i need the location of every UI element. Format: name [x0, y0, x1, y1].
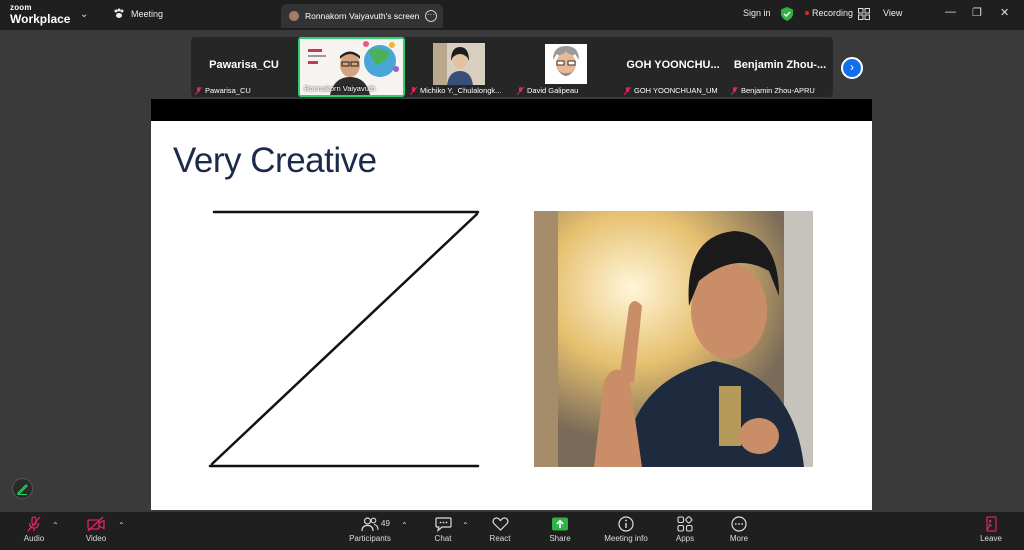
shield-icon[interactable] [781, 7, 793, 21]
participants-button[interactable]: Participants [340, 516, 400, 543]
paw-icon [114, 8, 124, 18]
participant-label-text: GOH YOONCHUAN_UM [634, 86, 718, 95]
mic-off-icon [410, 86, 417, 95]
participant-name-large: Benjamin Zhou-... [733, 59, 827, 71]
participant-label-text: Michiko Y._Chulalongk... [420, 86, 502, 95]
mic-off-icon [731, 86, 738, 95]
video-off-icon [87, 516, 105, 532]
participant-tile[interactable]: GOH YOONCHU... GOH YOONCHUAN_UM [620, 37, 726, 97]
video-label: Video [85, 534, 107, 543]
participant-tile[interactable]: Benjamin Zhou-... Benjamin Zhou-APRU [727, 37, 833, 97]
brand-zoom: zoom [10, 3, 32, 12]
mic-off-icon [195, 86, 202, 95]
participant-avatar-image [545, 44, 587, 84]
signin-button[interactable]: Sign in [743, 8, 771, 18]
participant-label: Benjamin Zhou-APRU [731, 86, 815, 95]
chevron-right-icon: › [850, 60, 854, 74]
recording-label: Recording [812, 8, 854, 18]
mic-off-icon [624, 86, 631, 95]
mic-off-icon [517, 86, 524, 95]
chat-icon [434, 517, 452, 532]
meeting-info-button[interactable]: Meeting info [596, 516, 656, 543]
more-icon [731, 516, 747, 532]
view-button[interactable]: View [883, 8, 902, 18]
apps-label: Apps [675, 534, 695, 543]
close-icon[interactable]: ✕ [1000, 6, 1009, 19]
participants-icon [361, 517, 379, 532]
share-screen-icon [552, 517, 568, 531]
heart-icon [491, 517, 509, 531]
tab-shared-screen[interactable]: Ronnakorn Vaiyavuth's screen ··· [281, 4, 443, 28]
meeting-label: Meeting [131, 8, 164, 19]
chevron-down-icon[interactable]: ⌄ [80, 9, 88, 20]
participant-label: Pawarisa_CU [195, 86, 251, 95]
participant-tile-active[interactable]: Ronnakorn Vaiyavuth [298, 37, 405, 97]
minimize-icon[interactable]: — [945, 6, 956, 18]
shared-slide: Very Creative [151, 121, 872, 510]
participant-tile[interactable]: Michiko Y._Chulalongk... [406, 37, 512, 97]
info-icon [618, 516, 634, 532]
z-line-drawing [208, 210, 480, 468]
participant-label: David Galipeau [517, 86, 578, 95]
avatar [289, 11, 299, 21]
more-label: More [729, 534, 749, 543]
restore-icon[interactable]: ❐ [972, 6, 982, 19]
share-button[interactable]: Share [530, 516, 590, 543]
view-label: View [883, 8, 903, 18]
chat-label: Chat [434, 534, 452, 543]
mic-off-icon [27, 516, 41, 532]
slide-title: Very Creative [173, 141, 377, 180]
app-logo: zoom Workplace [10, 3, 71, 26]
participant-label-text: Pawarisa_CU [205, 86, 251, 95]
participant-name-large: Pawarisa_CU [209, 59, 279, 71]
speaker-photo [534, 211, 813, 467]
participant-tile[interactable]: David Galipeau [513, 37, 619, 97]
shared-screen-top-band [151, 99, 872, 121]
leave-icon [986, 516, 997, 532]
leave-button[interactable]: Leave [961, 516, 1021, 543]
apps-button[interactable]: Apps [655, 516, 715, 543]
share-label: Share [549, 534, 571, 543]
meeting-info-label: Meeting info [604, 534, 648, 543]
gallery-grid-icon[interactable] [858, 8, 870, 20]
participant-label: Michiko Y._Chulalongk... [410, 86, 501, 95]
next-page-button[interactable]: › [841, 57, 863, 79]
participant-tile[interactable]: Pawarisa_CU Pawarisa_CU [191, 37, 297, 97]
participant-label-text: David Galipeau [527, 86, 579, 95]
meeting-toolbar: Audio ⌃ Video ⌃ Participants 49 ⌃ Chat ⌃… [0, 512, 1024, 550]
zoom-window: zoom Workplace ⌄ Meeting Ronnakorn Vaiya… [0, 0, 1024, 550]
recording-dot-icon [805, 11, 809, 15]
apps-icon [677, 516, 693, 532]
title-bar: zoom Workplace ⌄ Meeting Ronnakorn Vaiya… [0, 0, 1024, 30]
chat-options-chevron-icon[interactable]: ⌃ [462, 521, 469, 530]
recording-indicator[interactable]: Recording [805, 8, 853, 18]
participant-video [433, 43, 485, 85]
audio-label: Audio [23, 534, 45, 543]
audio-options-chevron-icon[interactable]: ⌃ [52, 521, 59, 530]
video-button[interactable]: Video [66, 516, 126, 543]
more-button[interactable]: More [709, 516, 769, 543]
react-button[interactable]: React [470, 516, 530, 543]
tab-title: Ronnakorn Vaiyavuth's screen [305, 11, 420, 21]
meeting-menu[interactable]: Meeting [113, 8, 163, 19]
participant-label: GOH YOONCHUAN_UM [624, 86, 718, 95]
participants-label: Participants [349, 534, 391, 543]
pencil-icon [16, 484, 28, 495]
annotate-pen-button[interactable] [12, 478, 33, 499]
participants-count: 49 [381, 519, 390, 528]
react-label: React [489, 534, 511, 543]
participant-name-large: GOH YOONCHU... [626, 59, 720, 71]
participant-strip: Pawarisa_CU Pawarisa_CU Ronnakorn Vaiyav… [191, 37, 833, 97]
participant-label: Ronnakorn Vaiyavuth [304, 84, 375, 93]
leave-label: Leave [980, 534, 1002, 543]
brand-workplace: Workplace [10, 12, 71, 26]
more-options-icon[interactable]: ··· [425, 10, 437, 22]
participant-label-text: Ronnakorn Vaiyavuth [304, 84, 376, 93]
participant-label-text: Benjamin Zhou-APRU [741, 86, 815, 95]
video-options-chevron-icon[interactable]: ⌃ [118, 521, 125, 530]
participants-options-chevron-icon[interactable]: ⌃ [401, 521, 408, 530]
